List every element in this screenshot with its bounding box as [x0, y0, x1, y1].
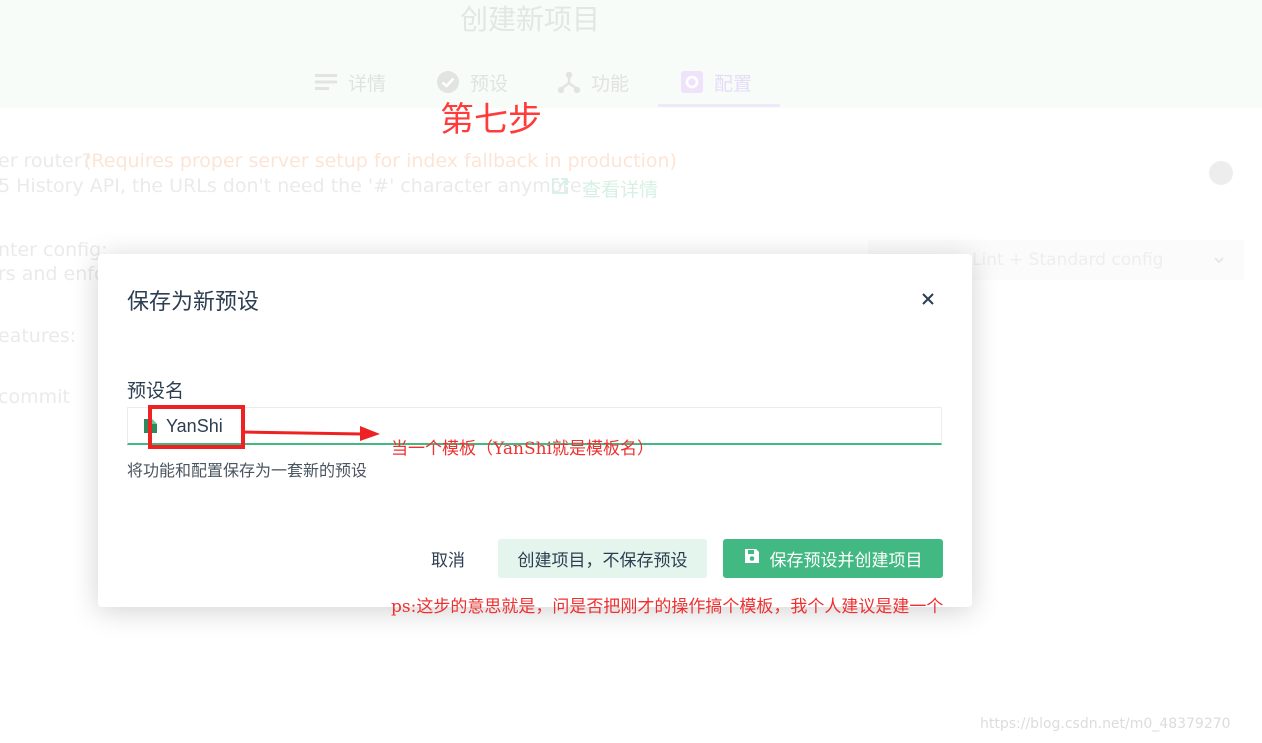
close-button[interactable] — [914, 286, 942, 314]
commit-label: commit — [0, 386, 70, 408]
tab-label: 详情 — [348, 72, 387, 95]
arrow-annotation-note: 当一个模板（YanShi就是模板名） — [391, 439, 655, 459]
header-band — [0, 0, 1262, 108]
preset-name-label: 预设名 — [127, 380, 185, 402]
save-icon — [744, 548, 760, 569]
save-and-create-label: 保存预设并创建项目 — [769, 551, 923, 571]
annotation-arrow — [241, 426, 380, 441]
more-details-link[interactable]: 查看详情 — [582, 175, 658, 202]
preset-name-description: 将功能和配置保存为一套新的预设 — [127, 461, 368, 480]
router-question: er router? — [0, 150, 92, 172]
settings-icon — [680, 70, 704, 94]
dialog-title: 保存为新预设 — [127, 290, 260, 315]
external-link-icon — [551, 177, 569, 199]
watermark: https://blog.csdn.net/m0_48379270 — [980, 716, 1231, 732]
router-note: (Requires proper server setup for index … — [84, 150, 677, 172]
router-description: 5 History API, the URLs don't need the '… — [0, 175, 588, 197]
tab-features[interactable]: 功能 — [557, 68, 629, 96]
check-circle-icon — [436, 70, 460, 94]
router-toggle[interactable] — [1209, 161, 1233, 185]
tab-config[interactable]: 配置 — [680, 68, 752, 96]
cancel-button[interactable]: 取消 — [416, 539, 480, 578]
fork-icon — [557, 70, 581, 94]
ps-annotation-note: ps:这步的意思就是，问是否把刚才的操作搞个模板，我个人建议是建一个 — [391, 597, 944, 617]
highlight-box — [148, 405, 245, 449]
close-icon — [921, 291, 935, 310]
tab-details[interactable]: 详情 — [314, 68, 386, 96]
tab-label: 配置 — [714, 72, 753, 95]
linter-select-value: Lint + Standard config — [972, 250, 1164, 270]
linter-description: rs and enfo — [0, 263, 106, 285]
linter-label: nter config: — [0, 239, 108, 261]
features-label: eatures: — [0, 325, 77, 347]
page-title: 创建新项目 — [460, 3, 601, 36]
list-icon — [314, 70, 338, 94]
active-tab-indicator — [658, 104, 780, 107]
tab-label: 功能 — [591, 72, 630, 95]
save-and-create-button[interactable]: 保存预设并创建项目 — [723, 539, 943, 578]
step-annotation: 第七步 — [440, 100, 542, 140]
chevron-down-icon — [1212, 252, 1226, 271]
create-without-saving-button[interactable]: 创建项目，不保存预设 — [498, 539, 707, 578]
